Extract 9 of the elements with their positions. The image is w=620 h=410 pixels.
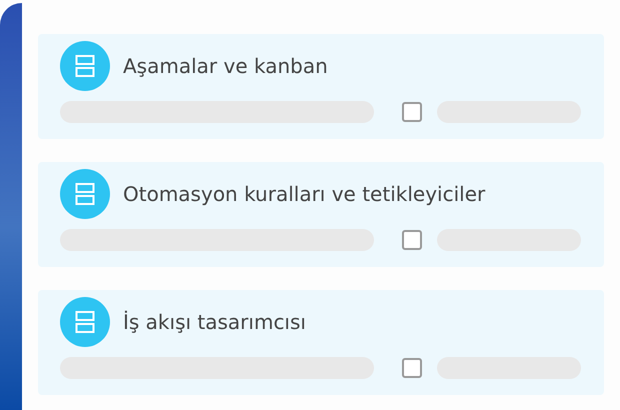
feature-title: Aşamalar ve kanban — [123, 54, 328, 78]
rows-icon — [60, 41, 110, 91]
rows-icon — [60, 169, 110, 219]
checkbox[interactable] — [402, 358, 422, 378]
feature-title: İş akışı tasarımcısı — [123, 310, 306, 334]
rows-icon — [60, 297, 110, 347]
checkbox[interactable] — [402, 102, 422, 122]
checkbox[interactable] — [402, 230, 422, 250]
feature-title: Otomasyon kuralları ve tetikleyiciler — [123, 182, 486, 206]
